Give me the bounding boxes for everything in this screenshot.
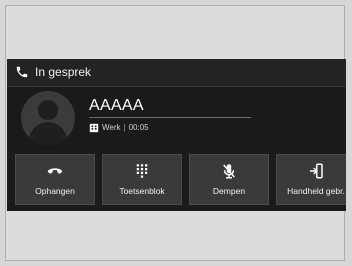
handset-transfer-icon: [310, 163, 323, 179]
caller-name: AAAAA: [89, 97, 144, 114]
call-status: In gesprek: [35, 65, 92, 79]
keypad-label: Toetsenblok: [119, 186, 165, 196]
mute-label: Dempen: [212, 186, 246, 196]
caller-type: Werk: [102, 123, 121, 132]
avatar-body: [29, 122, 67, 145]
call-duration: 00:05: [128, 123, 149, 132]
hang-up-icon: [47, 168, 63, 174]
call-screen: In gesprek AAAAA Werk | 00:05 Ophangen T…: [7, 59, 346, 211]
hang-up-label: Ophangen: [35, 186, 75, 196]
avatar-head: [38, 100, 58, 120]
handset-label: Handheld gebr.: [287, 186, 345, 196]
keypad-button[interactable]: Toetsenblok: [102, 154, 182, 205]
meta-separator: |: [123, 123, 126, 132]
work-building-icon: [89, 123, 99, 132]
caller-meta: Werk | 00:05: [89, 122, 149, 133]
phone-icon: [16, 66, 28, 78]
caller-panel: AAAAA Werk | 00:05: [7, 87, 346, 151]
caller-avatar: [21, 91, 75, 145]
handset-button[interactable]: Handheld gebr.: [276, 154, 346, 205]
mute-button[interactable]: Dempen: [189, 154, 269, 205]
keypad-icon: [136, 164, 148, 178]
caller-divider: [89, 117, 251, 118]
hang-up-button[interactable]: Ophangen: [15, 154, 95, 205]
call-header: In gesprek: [7, 59, 346, 87]
call-actions: Ophangen Toetsenblok Dempen Handheld geb…: [15, 154, 346, 205]
mute-icon: [223, 164, 235, 179]
